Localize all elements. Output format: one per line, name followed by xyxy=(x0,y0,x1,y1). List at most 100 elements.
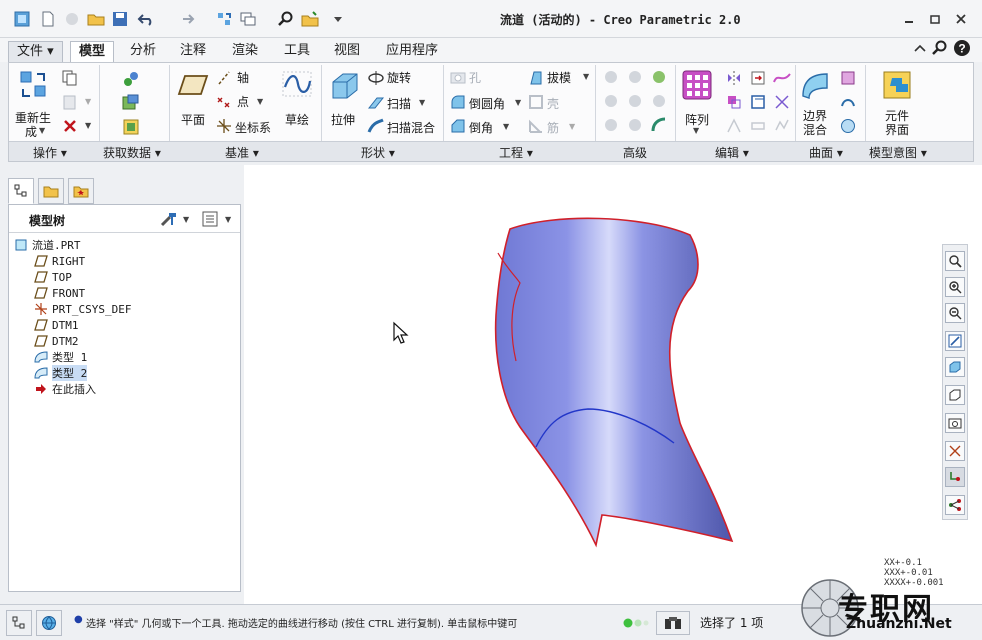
group-label-editing[interactable]: 编辑 ▾ xyxy=(715,144,749,161)
open-icon[interactable] xyxy=(86,9,106,29)
project-icon[interactable] xyxy=(773,69,791,87)
csys-label[interactable]: 坐标系 xyxy=(235,119,271,136)
redo-icon[interactable] xyxy=(176,9,196,29)
tree-item-right[interactable]: RIGHT xyxy=(33,253,85,269)
copy-icon[interactable] xyxy=(61,69,79,87)
advanced-feature-icon[interactable] xyxy=(651,69,667,85)
group-label-engineering[interactable]: 工程 ▾ xyxy=(499,144,533,161)
refit-icon[interactable] xyxy=(945,251,965,271)
copy-geometry-icon[interactable] xyxy=(121,93,141,113)
sweep-label[interactable]: 扫描 xyxy=(387,95,411,112)
shrinkwrap-icon[interactable] xyxy=(121,117,141,137)
save-icon[interactable] xyxy=(110,9,130,29)
tree-item-top[interactable]: TOP xyxy=(33,269,72,285)
browser-icon[interactable] xyxy=(36,610,62,636)
find-icon[interactable] xyxy=(276,9,296,29)
fill-surface-icon[interactable] xyxy=(839,69,857,87)
group-label-model-intent[interactable]: 模型意图 ▾ xyxy=(869,144,927,161)
chamfer-label[interactable]: 倒角 xyxy=(469,119,493,136)
close-button[interactable] xyxy=(950,9,972,29)
tab-folder-browser[interactable] xyxy=(38,178,64,204)
chevron-down-icon[interactable]: ▼ xyxy=(693,126,699,135)
merge-icon[interactable] xyxy=(725,93,743,111)
round-label[interactable]: 倒圆角 xyxy=(469,95,505,112)
extrude-label[interactable]: 拉伸 xyxy=(331,111,355,128)
csys-icon[interactable] xyxy=(215,117,233,135)
search-icon[interactable] xyxy=(930,38,950,58)
point-icon[interactable] xyxy=(215,93,233,111)
plane-label[interactable]: 平面 xyxy=(181,111,205,128)
folder-icon[interactable] xyxy=(300,9,320,29)
zoom-out-icon[interactable] xyxy=(945,303,965,323)
repaint-icon[interactable] xyxy=(945,331,965,351)
extend-icon[interactable] xyxy=(749,69,767,87)
freestyle-icon[interactable] xyxy=(839,117,857,135)
datum-display-icon[interactable] xyxy=(945,441,965,461)
extrude-icon[interactable] xyxy=(329,69,359,101)
customize-icon[interactable] xyxy=(328,9,348,29)
mirror-icon[interactable] xyxy=(725,69,743,87)
chevron-down-icon[interactable]: ▼ xyxy=(515,98,521,107)
boundary-blend-icon[interactable] xyxy=(799,69,831,101)
offset-icon[interactable] xyxy=(749,93,767,111)
group-label-operations[interactable]: 操作 ▾ xyxy=(33,144,67,161)
tree-item-front[interactable]: FRONT xyxy=(33,285,85,301)
part-icon[interactable] xyxy=(12,9,32,29)
find-button[interactable] xyxy=(656,611,690,635)
display-style-icon[interactable] xyxy=(945,357,965,377)
tree-item-insert-here[interactable]: 在此插入 xyxy=(33,381,96,397)
draft-label[interactable]: 拔模 xyxy=(547,69,571,86)
regenerate-label-line2[interactable]: 成 xyxy=(25,123,37,140)
toggle-navigator-icon[interactable] xyxy=(6,610,32,636)
tree-item-dtm1[interactable]: DTM1 xyxy=(33,317,79,333)
delete-icon[interactable] xyxy=(61,117,79,135)
pattern-icon[interactable] xyxy=(681,69,713,101)
group-label-datum[interactable]: 基准 ▾ xyxy=(225,144,259,161)
swept-blend-label[interactable]: 扫描混合 xyxy=(387,119,435,136)
revolve-icon[interactable] xyxy=(367,69,385,87)
help-icon[interactable]: ? xyxy=(952,38,972,58)
tab-model[interactable]: 模型 xyxy=(70,41,115,62)
chevron-down-icon[interactable]: ▼ xyxy=(419,98,425,107)
sweep-icon[interactable] xyxy=(367,93,385,111)
boundary-blend-label-line2[interactable]: 混合 xyxy=(803,121,827,138)
chevron-down-icon[interactable]: ▼ xyxy=(257,97,263,106)
user-feature-icon[interactable] xyxy=(121,69,141,89)
chevron-down-icon[interactable]: ▼ xyxy=(85,121,91,130)
spin-center-icon[interactable] xyxy=(945,467,965,487)
component-interface-icon[interactable] xyxy=(881,69,913,101)
tab-render[interactable]: 渲染 xyxy=(224,41,266,62)
chamfer-icon[interactable] xyxy=(449,117,467,135)
revolve-label[interactable]: 旋转 xyxy=(387,69,411,86)
tab-favorites[interactable] xyxy=(68,178,94,204)
tree-item-part[interactable]: 流道.PRT xyxy=(13,237,81,253)
sketch-icon[interactable] xyxy=(281,69,313,99)
toroidal-bend-icon[interactable] xyxy=(651,117,667,133)
sketch-label[interactable]: 草绘 xyxy=(285,111,309,128)
tab-view[interactable]: 视图 xyxy=(326,41,368,62)
minimize-button[interactable] xyxy=(898,9,920,29)
swept-blend-icon[interactable] xyxy=(367,117,385,135)
axis-label[interactable]: 轴 xyxy=(237,69,249,86)
regenerate-icon[interactable] xyxy=(19,69,49,101)
tree-settings-icon[interactable] xyxy=(159,210,179,228)
tab-applications[interactable]: 应用程序 xyxy=(378,41,446,62)
group-label-shapes[interactable]: 形状 ▾ xyxy=(361,144,395,161)
group-label-get-data[interactable]: 获取数据 ▾ xyxy=(103,144,161,161)
component-interface-label-line2[interactable]: 界面 xyxy=(885,121,909,138)
tab-model-tree[interactable] xyxy=(8,178,34,204)
group-label-surfaces[interactable]: 曲面 ▾ xyxy=(809,144,843,161)
tab-analysis[interactable]: 分析 xyxy=(122,41,164,62)
tree-item-csys[interactable]: PRT_CSYS_DEF xyxy=(33,301,131,317)
axis-icon[interactable] xyxy=(215,69,233,87)
tab-annotate[interactable]: 注释 xyxy=(172,41,214,62)
annotation-icon[interactable] xyxy=(945,495,965,515)
style-icon[interactable] xyxy=(839,93,857,111)
windows-icon[interactable] xyxy=(238,9,258,29)
tab-tools[interactable]: 工具 xyxy=(276,41,318,62)
zoom-in-icon[interactable] xyxy=(945,277,965,297)
tree-item-dtm2[interactable]: DTM2 xyxy=(33,333,79,349)
draft-icon[interactable] xyxy=(527,69,545,87)
intersect-icon[interactable] xyxy=(773,93,791,111)
collapse-ribbon-icon[interactable] xyxy=(910,38,930,58)
